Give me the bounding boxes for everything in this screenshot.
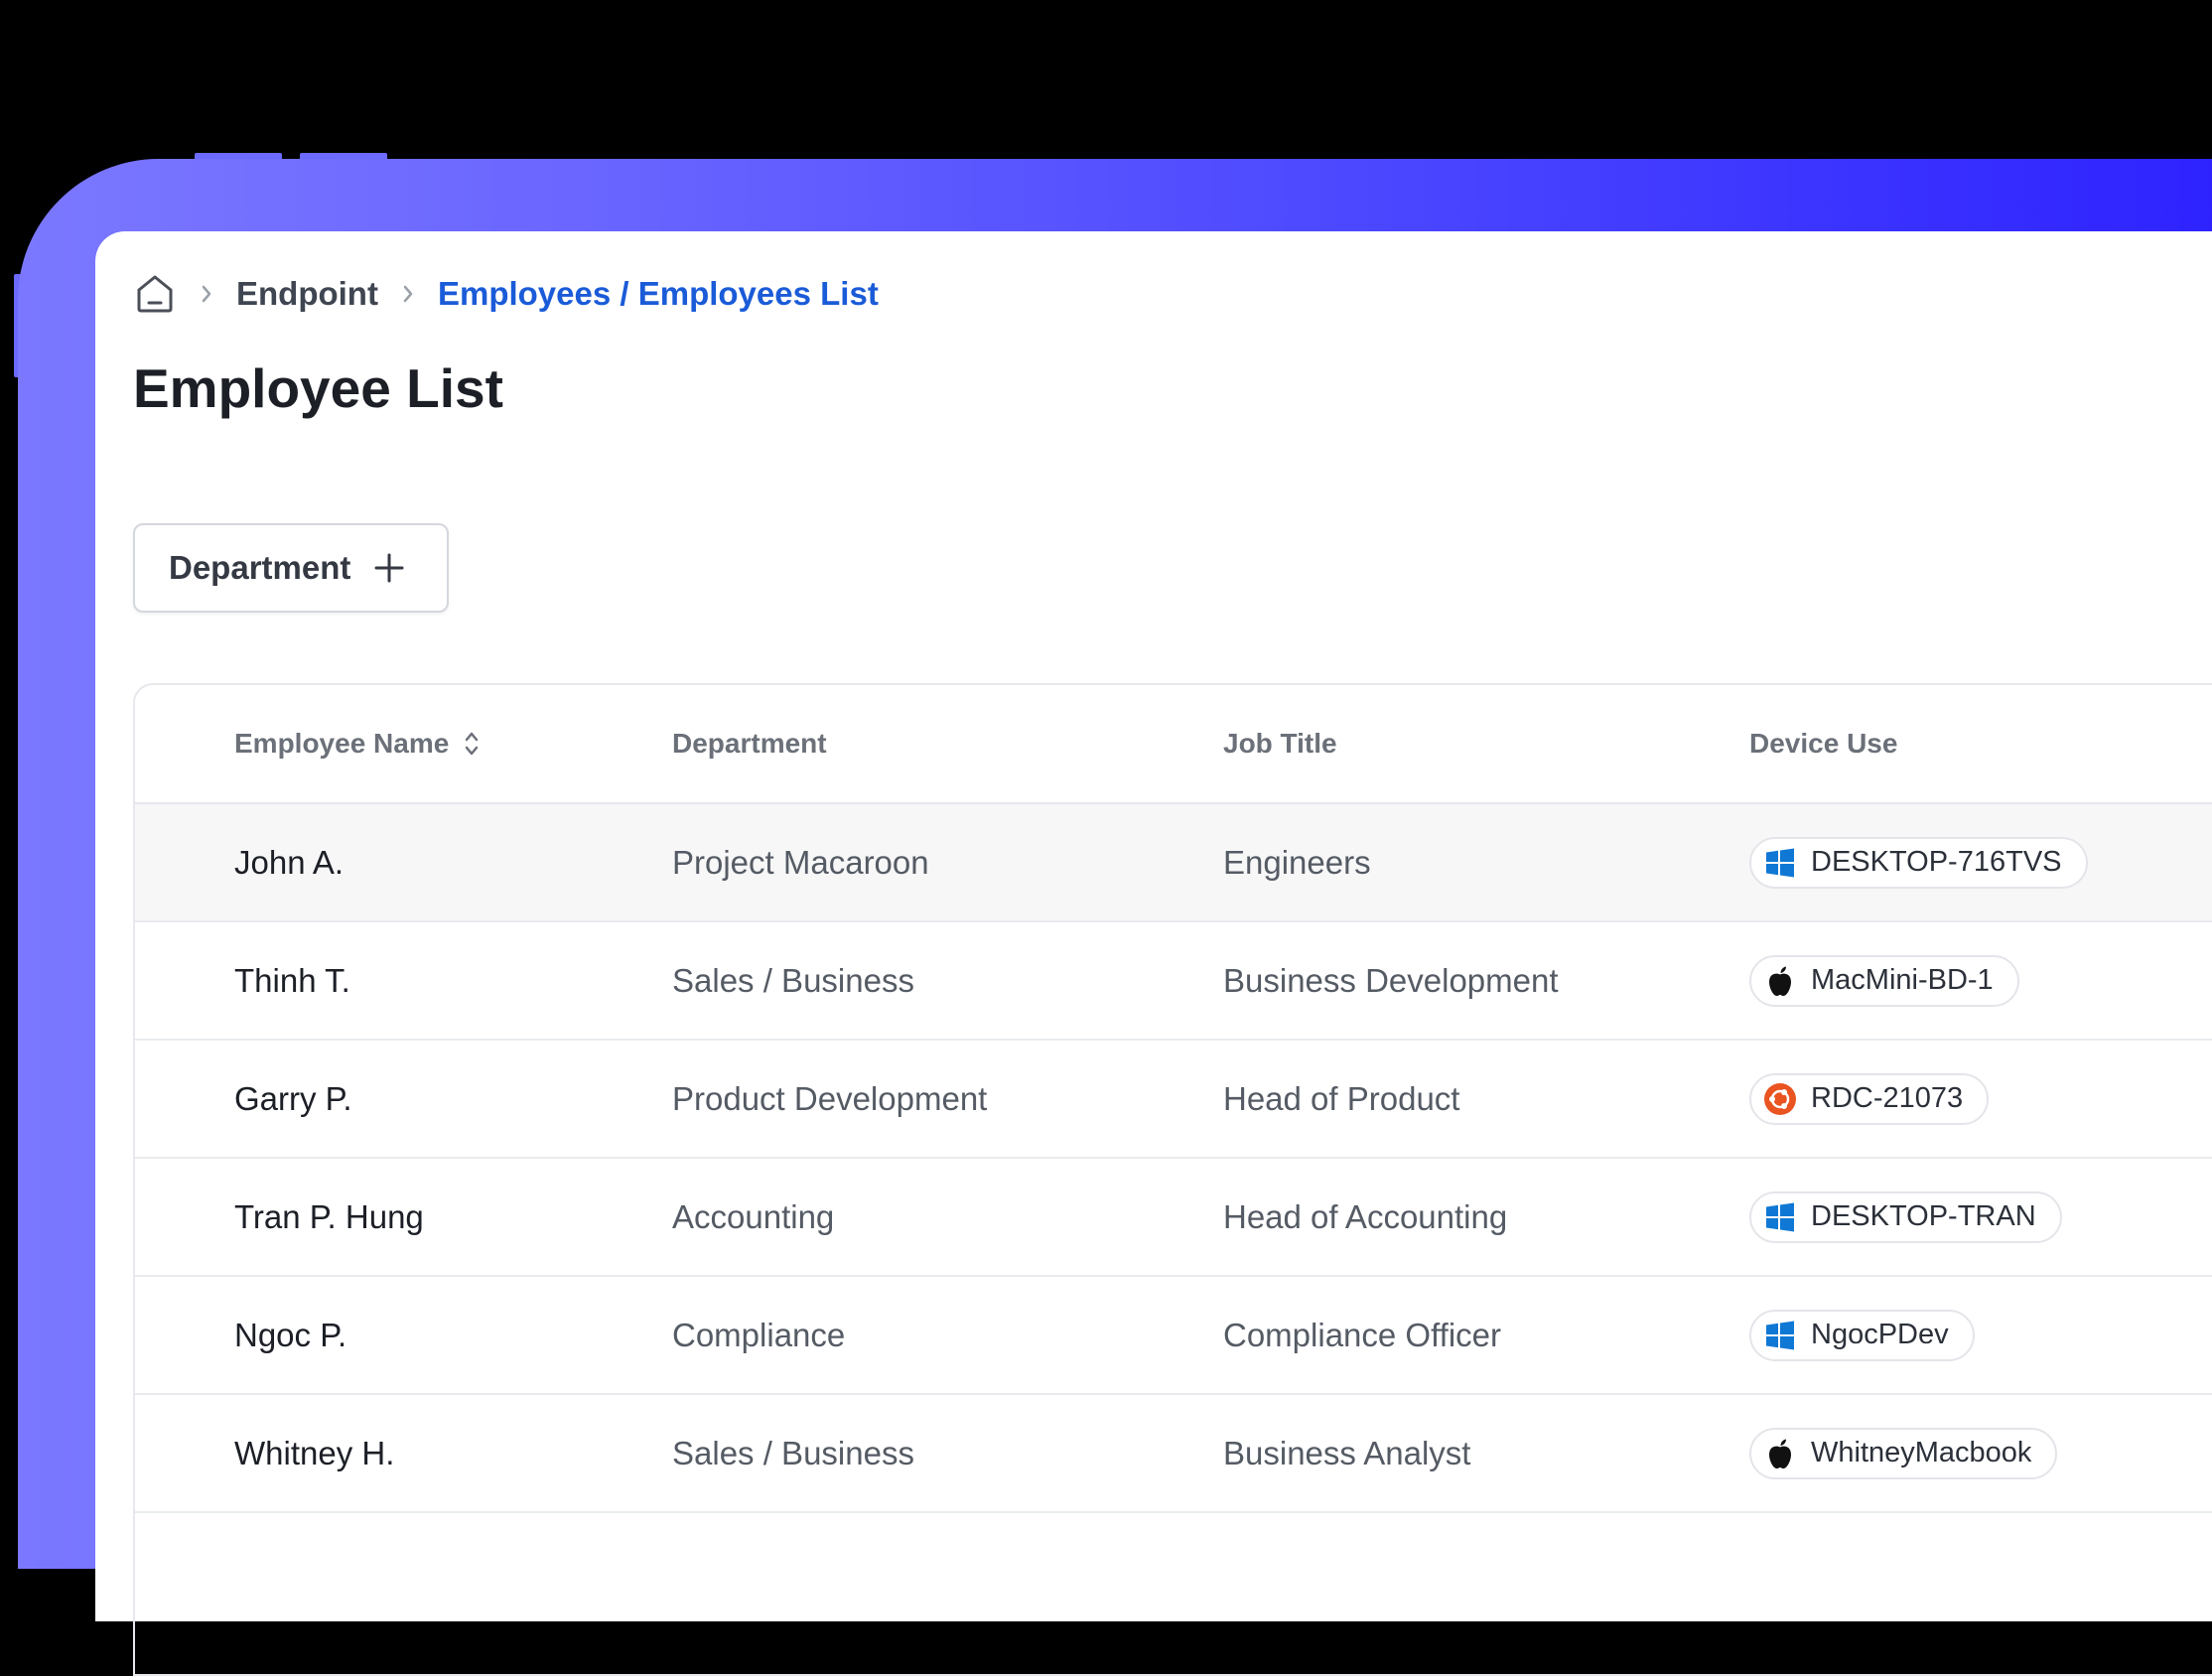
device-chip[interactable]: DESKTOP-TRAN	[1749, 1190, 2062, 1243]
breadcrumb: Endpoint Employees / Employees List	[133, 271, 879, 317]
windows-icon	[1763, 846, 1797, 880]
employee-department: Compliance	[672, 1316, 846, 1353]
employee-job-title: Head of Product	[1223, 1079, 1460, 1117]
employee-name: Whitney H.	[234, 1434, 395, 1471]
device-name: NgocPDev	[1811, 1319, 1949, 1350]
ubuntu-icon	[1763, 1082, 1797, 1116]
windows-icon	[1763, 1200, 1797, 1234]
employee-name: Thinh T.	[234, 961, 350, 999]
table-row[interactable]: Tran P. Hung Accounting Head of Accounti…	[135, 1159, 2212, 1277]
device-chip[interactable]: DESKTOP-716TVS	[1749, 836, 2088, 889]
device-name: RDC-21073	[1811, 1082, 1964, 1114]
sort-icon[interactable]	[463, 730, 481, 758]
device-chip[interactable]: WhitneyMacbook	[1749, 1427, 2058, 1479]
chevron-right-icon	[378, 283, 438, 305]
employee-job-title: Compliance Officer	[1223, 1316, 1502, 1353]
table-row[interactable]: Whitney H. Sales / Business Business Ana…	[135, 1395, 2212, 1513]
column-header-label: Employee Name	[234, 728, 450, 759]
employee-job-title: Business Analyst	[1223, 1434, 1471, 1471]
breadcrumb-item-endpoint[interactable]: Endpoint	[236, 275, 378, 313]
employee-department: Sales / Business	[672, 1434, 914, 1471]
device-chip[interactable]: MacMini-BD-1	[1749, 954, 2019, 1007]
employee-job-title: Head of Accounting	[1223, 1197, 1508, 1235]
page-title: Employee List	[133, 357, 503, 419]
department-filter-label: Department	[169, 549, 351, 586]
chevron-right-icon	[177, 283, 236, 305]
column-header-department[interactable]: Department	[672, 685, 827, 802]
apple-icon	[1763, 964, 1797, 998]
table-header: Employee Name Department Job Title Devic…	[135, 685, 2212, 804]
employee-job-title: Business Development	[1223, 961, 1559, 999]
column-header-employee-name[interactable]: Employee Name	[234, 685, 481, 802]
employee-department: Accounting	[672, 1197, 835, 1235]
plus-icon	[372, 551, 406, 585]
table-row[interactable]: John A. Project Macaroon Engineers DESKT…	[135, 804, 2212, 922]
employee-name: Tran P. Hung	[234, 1197, 424, 1235]
breadcrumb-item-employees-list[interactable]: Employees / Employees List	[438, 275, 879, 313]
employee-department: Product Development	[672, 1079, 988, 1117]
apple-icon	[1763, 1437, 1797, 1470]
home-icon[interactable]	[133, 272, 177, 316]
device-name: MacMini-BD-1	[1811, 964, 1994, 996]
device-chip[interactable]: NgocPDev	[1749, 1309, 1975, 1361]
table-row[interactable]: Thinh T. Sales / Business Business Devel…	[135, 922, 2212, 1041]
column-header-job-title[interactable]: Job Title	[1223, 685, 1337, 802]
device-name: WhitneyMacbook	[1811, 1437, 2032, 1468]
employee-name: Ngoc P.	[234, 1316, 347, 1353]
employee-job-title: Engineers	[1223, 843, 1371, 881]
employee-table: Employee Name Department Job Title Devic…	[133, 683, 2212, 1676]
employee-name: John A.	[234, 843, 345, 881]
device-name: DESKTOP-TRAN	[1811, 1200, 2036, 1232]
department-filter-button[interactable]: Department	[133, 523, 449, 613]
employee-department: Sales / Business	[672, 961, 914, 999]
device-chip[interactable]: RDC-21073	[1749, 1072, 1990, 1125]
column-header-device-use[interactable]: Device Use	[1749, 685, 1897, 802]
table-row[interactable]: Garry P. Product Development Head of Pro…	[135, 1041, 2212, 1159]
employee-department: Project Macaroon	[672, 843, 929, 881]
employee-name: Garry P.	[234, 1079, 352, 1117]
table-row[interactable]: Ngoc P. Compliance Compliance Officer Ng…	[135, 1277, 2212, 1395]
windows-icon	[1763, 1319, 1797, 1352]
app-screen: Endpoint Employees / Employees List Empl…	[95, 231, 2212, 1676]
device-name: DESKTOP-716TVS	[1811, 846, 2062, 878]
